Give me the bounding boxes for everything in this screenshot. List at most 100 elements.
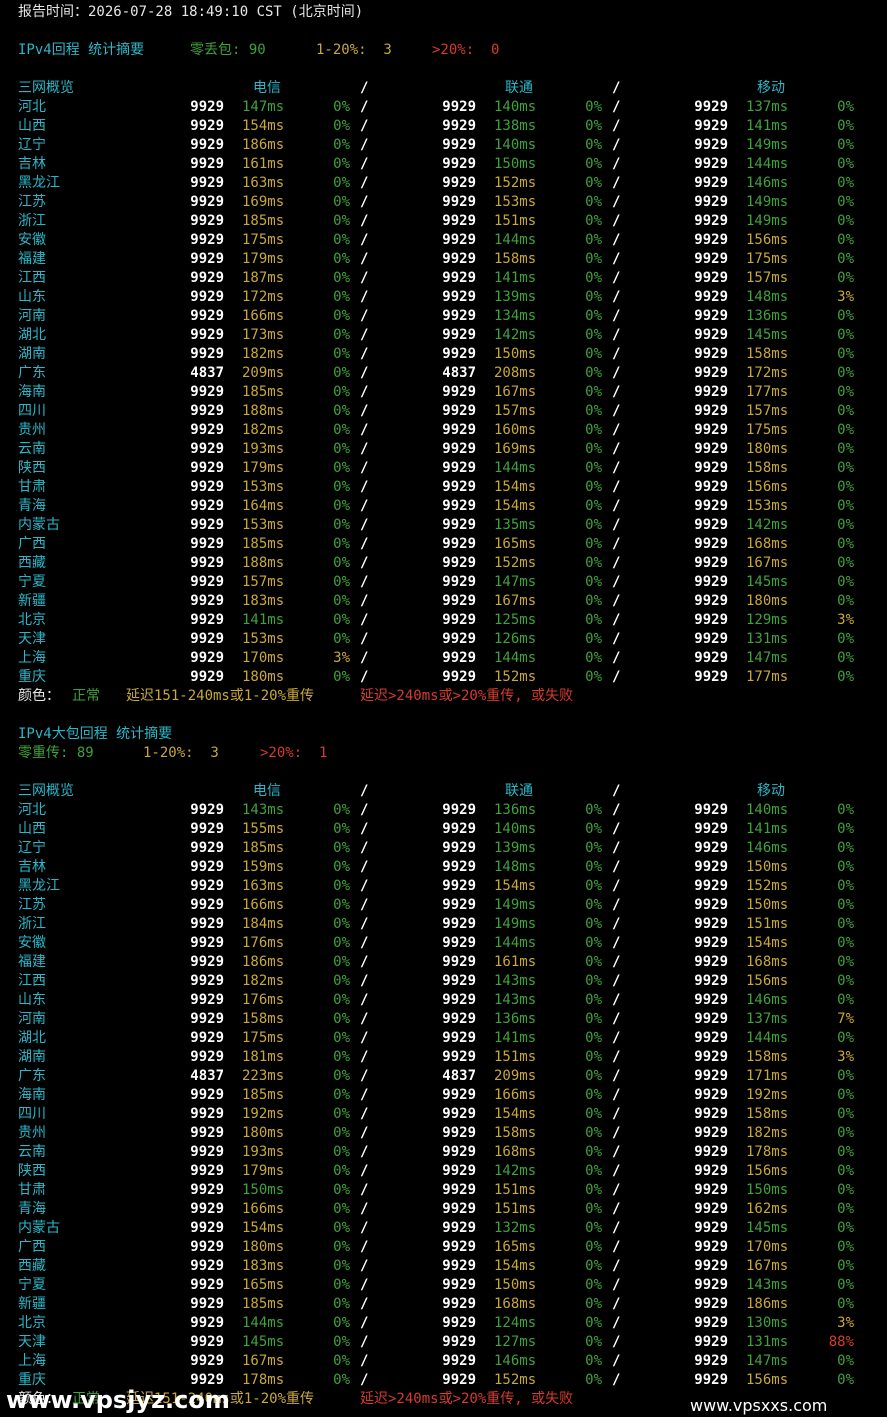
province-name: 内蒙古 — [18, 1220, 60, 1236]
latency-value: 156ms — [746, 232, 789, 248]
as-number: 9929 — [190, 479, 224, 495]
province-name: 山东 — [18, 289, 46, 305]
row-separator: / — [360, 1182, 369, 1198]
as-number: 9929 — [442, 1087, 476, 1103]
latency-value: 163ms — [242, 175, 285, 191]
as-number: 9929 — [190, 498, 224, 514]
row-separator: / — [612, 327, 621, 343]
loss-value: 0% — [837, 1201, 854, 1217]
loss-value: 0% — [585, 270, 602, 286]
latency-value: 154ms — [242, 1220, 285, 1236]
latency-value: 180ms — [746, 441, 789, 457]
loss-value: 0% — [837, 1030, 854, 1046]
row-separator: / — [612, 1315, 621, 1331]
loss-value: 0% — [837, 156, 854, 172]
row-separator: / — [612, 441, 621, 457]
province-name: 西藏 — [18, 1258, 46, 1274]
loss-value: 0% — [333, 1334, 350, 1350]
loss-value: 0% — [585, 669, 602, 685]
as-number: 9929 — [442, 1106, 476, 1122]
as-number: 9929 — [442, 346, 476, 362]
legend-normal: 正常 — [72, 688, 100, 704]
loss-value: 0% — [333, 346, 350, 362]
as-number: 9929 — [442, 821, 476, 837]
row-separator: / — [360, 992, 369, 1008]
as-number: 9929 — [694, 1106, 728, 1122]
loss-value: 0% — [585, 441, 602, 457]
as-number: 9929 — [190, 460, 224, 476]
row-separator: / — [612, 1163, 621, 1179]
latency-value: 158ms — [494, 251, 537, 267]
row-separator: / — [612, 1030, 621, 1046]
column-separator: / — [360, 80, 369, 96]
as-number: 9929 — [694, 802, 728, 818]
loss-value: 0% — [585, 916, 602, 932]
latency-value: 131ms — [746, 631, 789, 647]
latency-value: 166ms — [242, 308, 285, 324]
loss-value: 0% — [333, 1011, 350, 1027]
latency-value: 148ms — [746, 289, 789, 305]
loss-value: 0% — [837, 1182, 854, 1198]
row-separator: / — [360, 1334, 369, 1350]
as-number: 9929 — [694, 612, 728, 628]
latency-value: 165ms — [242, 1277, 285, 1293]
loss-value: 0% — [837, 213, 854, 229]
row-separator: / — [360, 555, 369, 571]
as-number: 9929 — [694, 878, 728, 894]
latency-value: 148ms — [494, 859, 537, 875]
loss-value: 0% — [333, 498, 350, 514]
latency-value: 179ms — [242, 1163, 285, 1179]
loss-value: 0% — [585, 156, 602, 172]
loss-value: 0% — [585, 1315, 602, 1331]
loss-value: 0% — [837, 859, 854, 875]
province-name: 山西 — [18, 118, 46, 134]
latency-value: 161ms — [242, 156, 285, 172]
row-separator: / — [612, 612, 621, 628]
row-separator: / — [612, 1220, 621, 1236]
province-name: 辽宁 — [18, 840, 46, 856]
latency-value: 135ms — [494, 517, 537, 533]
latency-value: 192ms — [746, 1087, 789, 1103]
as-number: 9929 — [190, 897, 224, 913]
province-name: 新疆 — [18, 593, 46, 609]
loss-value: 0% — [837, 1258, 854, 1274]
loss-value: 0% — [837, 384, 854, 400]
latency-value: 183ms — [242, 593, 285, 609]
as-number: 9929 — [694, 137, 728, 153]
summary-item: 1-20%: 3 — [316, 42, 392, 58]
province-name: 湖南 — [18, 1049, 46, 1065]
latency-value: 209ms — [494, 1068, 537, 1084]
row-separator: / — [360, 1125, 369, 1141]
latency-value: 193ms — [242, 1144, 285, 1160]
province-name: 吉林 — [18, 156, 46, 172]
as-number: 9929 — [442, 536, 476, 552]
as-number: 9929 — [442, 1334, 476, 1350]
province-name: 贵州 — [18, 1125, 46, 1141]
loss-value: 0% — [585, 403, 602, 419]
loss-value: 0% — [333, 821, 350, 837]
latency-value: 144ms — [494, 650, 537, 666]
loss-value: 0% — [837, 973, 854, 989]
latency-value: 208ms — [494, 365, 537, 381]
loss-value: 0% — [837, 99, 854, 115]
loss-value: 0% — [333, 1372, 350, 1388]
row-separator: / — [360, 384, 369, 400]
latency-value: 156ms — [746, 479, 789, 495]
as-number: 9929 — [190, 251, 224, 267]
as-number: 9929 — [442, 669, 476, 685]
row-separator: / — [612, 517, 621, 533]
as-number: 9929 — [190, 346, 224, 362]
loss-value: 0% — [333, 1125, 350, 1141]
latency-value: 149ms — [746, 194, 789, 210]
loss-value: 0% — [333, 954, 350, 970]
row-separator: / — [612, 308, 621, 324]
loss-value: 0% — [585, 384, 602, 400]
latency-value: 144ms — [494, 232, 537, 248]
as-number: 9929 — [442, 1220, 476, 1236]
latency-value: 171ms — [746, 1068, 789, 1084]
loss-value: 0% — [333, 1030, 350, 1046]
latency-value: 167ms — [242, 1353, 285, 1369]
province-name: 天津 — [18, 631, 46, 647]
as-number: 9929 — [190, 1163, 224, 1179]
latency-value: 140ms — [494, 99, 537, 115]
